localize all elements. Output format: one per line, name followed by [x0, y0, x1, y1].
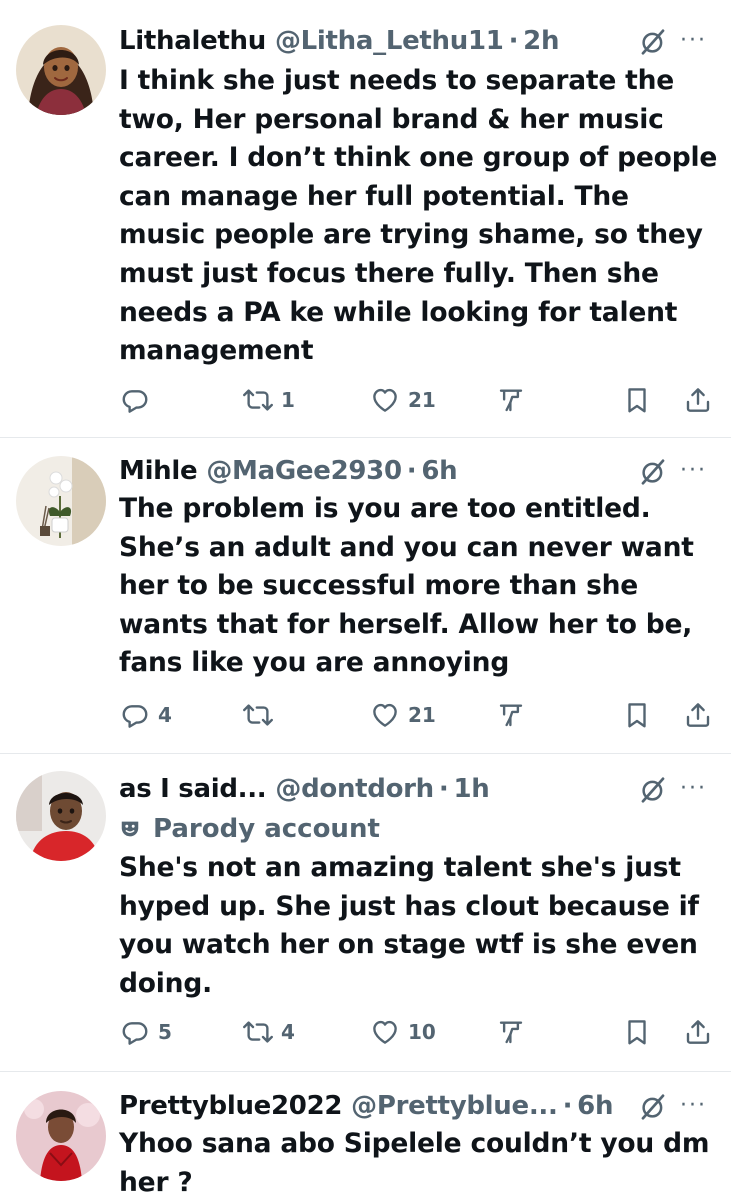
- reply-icon: [120, 700, 150, 730]
- more-icon[interactable]: ···: [680, 26, 720, 56]
- tweet[interactable]: as I said... @dontdorh · 1h ··· Parody a…: [0, 770, 731, 1065]
- parody-label: Parody account: [119, 810, 380, 848]
- retweet-count: 1: [281, 388, 295, 412]
- reply-button[interactable]: [120, 380, 158, 420]
- timestamp[interactable]: 2h: [523, 22, 559, 60]
- tweet-header: Lithalethu @Litha_Lethu11 · 2h: [119, 22, 559, 60]
- like-button[interactable]: 21: [370, 695, 436, 735]
- views-button[interactable]: [496, 1012, 526, 1052]
- share-button[interactable]: [683, 380, 713, 420]
- heart-icon: [370, 700, 400, 730]
- grok-icon[interactable]: [638, 775, 668, 805]
- bookmark-icon: [622, 385, 652, 415]
- action-bar: 5 4 10: [0, 1012, 731, 1052]
- grok-icon[interactable]: [638, 27, 668, 57]
- bookmark-button[interactable]: [622, 695, 652, 735]
- parody-text: Parody account: [153, 814, 380, 844]
- reply-button[interactable]: 5: [120, 1012, 172, 1052]
- user-handle[interactable]: @MaGee2930: [206, 452, 402, 490]
- like-button[interactable]: 10: [370, 1012, 436, 1052]
- retweet-icon: [243, 1017, 273, 1047]
- more-icon[interactable]: ···: [680, 456, 720, 486]
- views-button[interactable]: [496, 695, 526, 735]
- views-chart-icon: [496, 1017, 526, 1047]
- avatar[interactable]: [16, 771, 106, 861]
- like-count: 21: [408, 703, 436, 727]
- timestamp[interactable]: 1h: [453, 770, 489, 808]
- more-icon[interactable]: ···: [680, 774, 720, 804]
- retweet-button[interactable]: 1: [243, 380, 295, 420]
- tweet-header: Prettyblue2022 @Prettyblue... · 6h: [119, 1087, 613, 1125]
- reply-button[interactable]: 4: [120, 695, 172, 735]
- retweet-icon: [243, 385, 273, 415]
- tweet[interactable]: Lithalethu @Litha_Lethu11 · 2h ··· I thi…: [0, 22, 731, 442]
- action-bar: 1 21: [0, 380, 731, 420]
- avatar[interactable]: [16, 25, 106, 115]
- separator-dot: ·: [438, 774, 449, 804]
- timestamp[interactable]: 6h: [421, 452, 457, 490]
- tweet-text: The problem is you are too entitled. She…: [119, 493, 694, 679]
- tweet[interactable]: Prettyblue2022 @Prettyblue... · 6h ··· Y…: [0, 1087, 731, 1200]
- reply-icon: [120, 1017, 150, 1047]
- views-chart-icon: [496, 700, 526, 730]
- timestamp[interactable]: 6h: [577, 1087, 613, 1125]
- share-icon: [683, 700, 713, 730]
- tweet-header: Mihle @MaGee2930 · 6h: [119, 452, 458, 490]
- tweet-text: I think she just needs to separate the t…: [119, 65, 718, 367]
- like-count: 10: [408, 1020, 436, 1044]
- heart-icon: [370, 385, 400, 415]
- views-chart-icon: [496, 385, 526, 415]
- share-icon: [683, 385, 713, 415]
- tweet[interactable]: Mihle @MaGee2930 · 6h ··· The problem is…: [0, 452, 731, 752]
- share-icon: [683, 1017, 713, 1047]
- tweet-text: Yhoo sana abo Sipelele couldn’t you dm h…: [119, 1128, 710, 1198]
- bookmark-button[interactable]: [622, 380, 652, 420]
- retweet-icon: [243, 700, 273, 730]
- avatar[interactable]: [16, 456, 106, 546]
- retweet-button[interactable]: 4: [243, 1012, 295, 1052]
- bookmark-button[interactable]: [622, 1012, 652, 1052]
- separator-dot: ·: [508, 26, 519, 56]
- divider: [0, 753, 731, 754]
- like-count: 21: [408, 388, 436, 412]
- grok-icon[interactable]: [638, 1092, 668, 1122]
- display-name[interactable]: Mihle: [119, 452, 198, 490]
- avatar[interactable]: [16, 1091, 106, 1181]
- share-button[interactable]: [683, 695, 713, 735]
- grok-icon[interactable]: [638, 457, 668, 487]
- like-button[interactable]: 21: [370, 380, 436, 420]
- divider: [0, 1071, 731, 1072]
- display-name[interactable]: Lithalethu: [119, 22, 266, 60]
- display-name[interactable]: Prettyblue2022: [119, 1087, 342, 1125]
- more-icon[interactable]: ···: [680, 1091, 720, 1121]
- reply-count: 5: [158, 1020, 172, 1044]
- action-bar: 4 21: [0, 695, 731, 735]
- retweet-button[interactable]: [243, 695, 281, 735]
- views-button[interactable]: [496, 380, 526, 420]
- tweet-text: She's not an amazing talent she's just h…: [119, 852, 699, 999]
- user-handle[interactable]: @Litha_Lethu11: [275, 22, 504, 60]
- user-handle[interactable]: @dontdorh: [275, 770, 434, 808]
- reply-icon: [120, 385, 150, 415]
- parody-mask-icon: [119, 818, 141, 840]
- bookmark-icon: [622, 700, 652, 730]
- bookmark-icon: [622, 1017, 652, 1047]
- heart-icon: [370, 1017, 400, 1047]
- share-button[interactable]: [683, 1012, 713, 1052]
- tweet-header: as I said... @dontdorh · 1h: [119, 770, 490, 808]
- retweet-count: 4: [281, 1020, 295, 1044]
- divider: [0, 437, 731, 438]
- reply-count: 4: [158, 703, 172, 727]
- separator-dot: ·: [562, 1091, 573, 1121]
- separator-dot: ·: [406, 456, 417, 486]
- display-name[interactable]: as I said...: [119, 770, 267, 808]
- user-handle[interactable]: @Prettyblue...: [351, 1087, 558, 1125]
